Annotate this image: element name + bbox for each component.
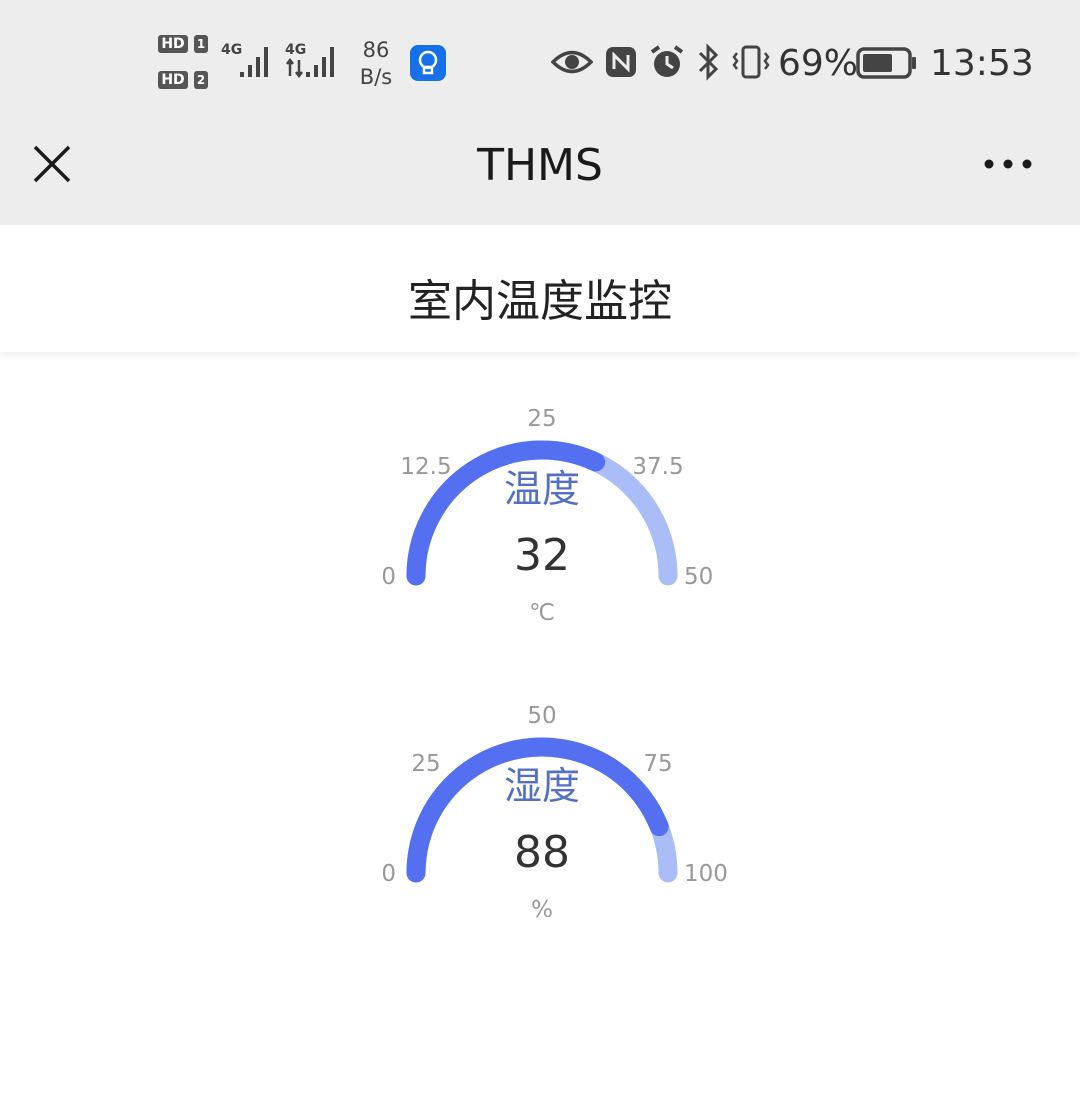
bulb-app-icon <box>410 45 446 81</box>
close-icon <box>33 145 71 183</box>
more-icon <box>984 159 1032 169</box>
net-speed-unit: B/s <box>359 65 393 89</box>
hd-badge-1: HD <box>158 35 188 53</box>
signal-1-icon <box>240 47 268 77</box>
vibrate-icon <box>732 45 770 79</box>
humidity-gauge-value: 88 <box>514 827 570 878</box>
temperature-gauge-value: 32 <box>514 530 570 581</box>
bluetooth-icon <box>698 43 719 81</box>
signal-2-icon <box>306 47 334 77</box>
temperature-gauge-unit: ℃ <box>529 600 555 626</box>
humidity-tick-label: 50 <box>527 703 556 729</box>
humidity-tick-label: 75 <box>643 751 672 777</box>
clock: 13:53 <box>930 43 1034 84</box>
temperature-tick-label: 37.5 <box>632 454 683 480</box>
eye-icon <box>551 50 593 74</box>
temperature-tick-label: 0 <box>381 564 396 590</box>
alarm-icon <box>650 45 684 77</box>
humidity-gauge: 0 25 50 75 100 湿度 88% <box>381 703 728 923</box>
top-area: HD 1 HD 2 4G 4G 86 B/s 69% 13:53 THMS <box>0 0 1080 225</box>
page-title: 室内温度监控 <box>408 276 672 327</box>
humidity-gauge-unit: % <box>531 897 553 923</box>
humidity-tick-label: 0 <box>381 861 396 887</box>
net-speed-value: 86 <box>362 38 390 62</box>
temperature-tick-label: 50 <box>684 564 713 590</box>
temperature-gauge: 0 12.5 25 37.5 50 温度 32 ℃ <box>381 406 713 626</box>
nfc-icon <box>606 47 636 77</box>
temperature-tick-label: 12.5 <box>400 454 451 480</box>
hd-badge-2: HD <box>158 71 188 89</box>
sim-2-index: 2 <box>194 71 208 89</box>
temperature-gauge-title: 温度 <box>504 467 580 511</box>
sim-1-index: 1 <box>194 35 208 53</box>
battery-icon <box>856 47 916 79</box>
humidity-gauge-title: 湿度 <box>504 764 580 808</box>
temperature-tick-label: 25 <box>527 406 556 432</box>
humidity-tick-label: 25 <box>411 751 440 777</box>
status-bar: HD 1 HD 2 4G 4G 86 B/s 69% 13:53 <box>0 0 1080 125</box>
close-button[interactable] <box>26 138 78 190</box>
battery-percent: 69% <box>778 43 859 84</box>
page-header: 室内温度监控 <box>0 225 1080 352</box>
more-button[interactable] <box>980 148 1040 180</box>
humidity-tick-label: 100 <box>684 861 728 887</box>
nav-title: THMS <box>477 140 603 191</box>
